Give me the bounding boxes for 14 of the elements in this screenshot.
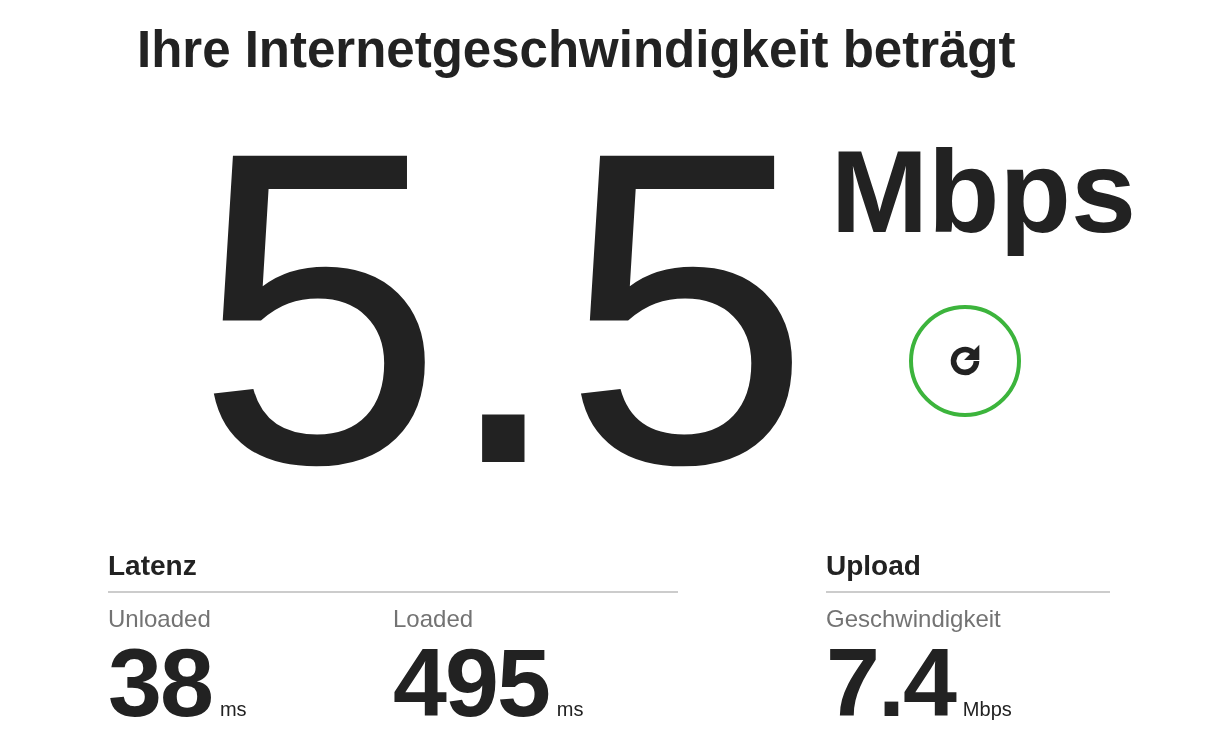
metric-value: 38 — [108, 633, 212, 731]
metric-unit: ms — [556, 696, 584, 722]
metric-value: 495 — [393, 633, 549, 731]
speed-value: 5.5 — [196, 119, 809, 498]
section-title: Latenz — [108, 549, 678, 593]
metric-label: Unloaded — [108, 604, 212, 634]
page-heading: Ihre Internetgeschwindigkeit beträgt — [137, 22, 1017, 79]
metric-label: Geschwindigkeit — [826, 604, 1002, 634]
section-title: Upload — [826, 549, 1110, 593]
metric-unit: ms — [219, 696, 247, 722]
speed-unit: Mbps — [830, 125, 1138, 260]
metric-label: Loaded — [393, 604, 475, 634]
metric-value: 7.4 — [826, 633, 955, 731]
metric-unit: Mbps — [962, 696, 1012, 722]
